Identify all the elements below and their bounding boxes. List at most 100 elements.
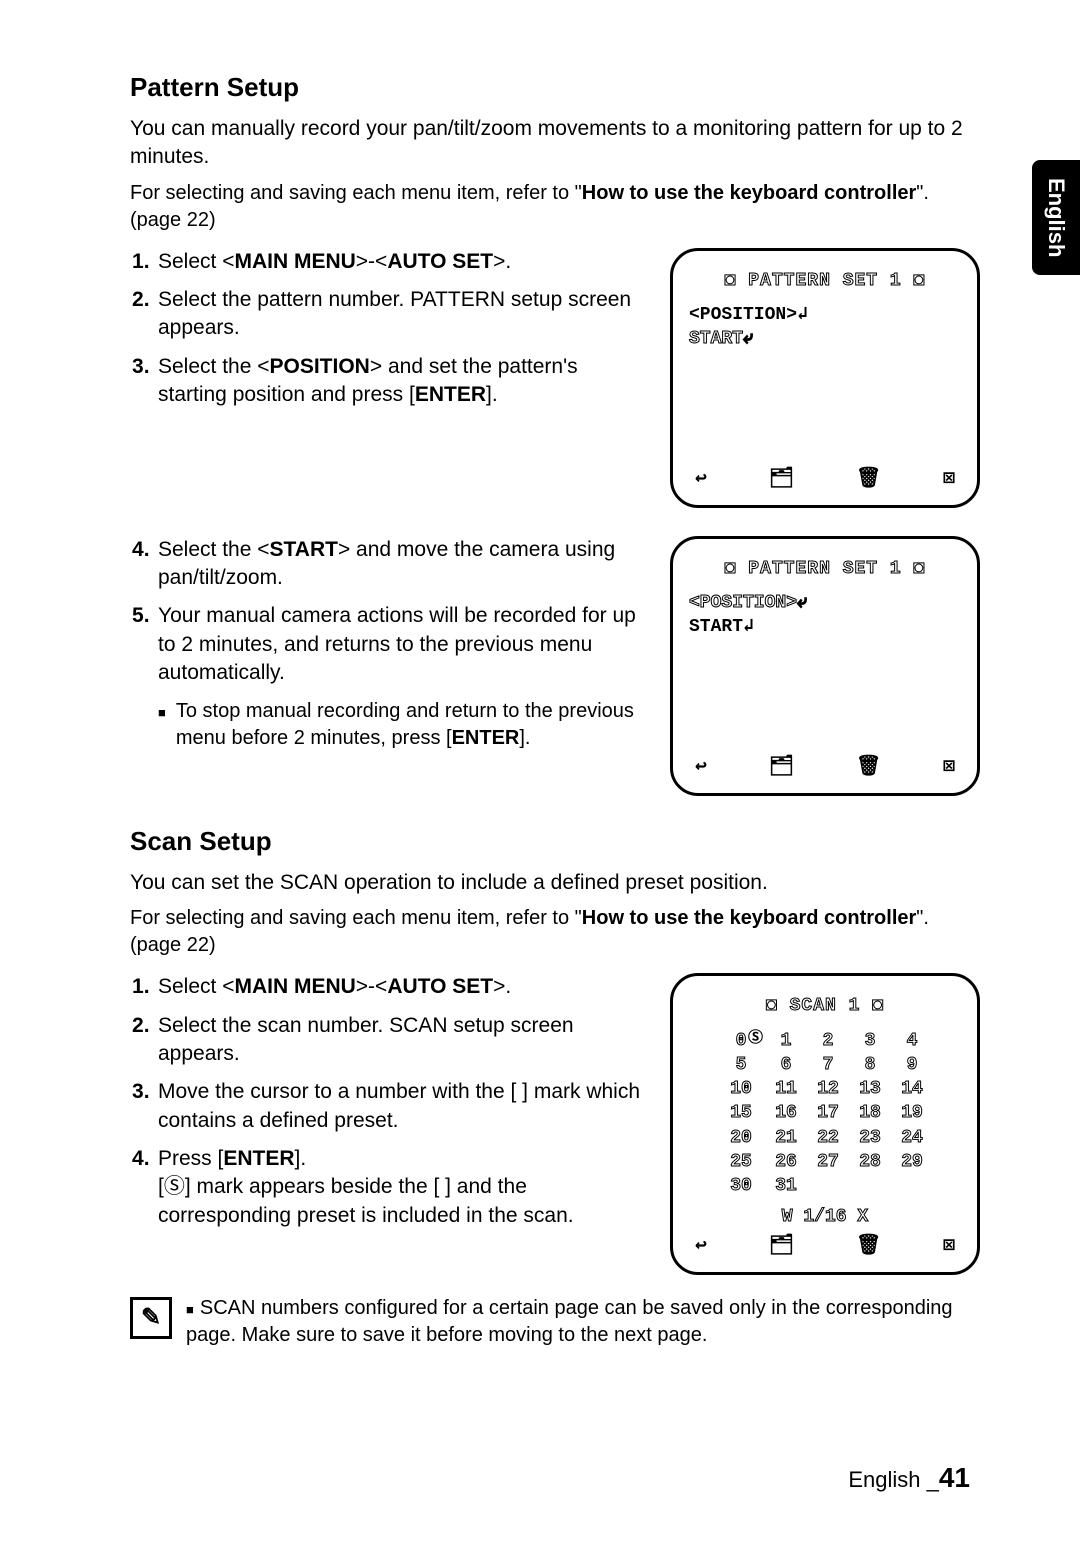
t: ]. — [295, 1147, 307, 1170]
note-icon: ✎ — [130, 1297, 172, 1339]
scan-cell: 17 — [807, 1101, 849, 1125]
scan-cell: 6 — [765, 1053, 807, 1077]
back-icon: ↩ — [695, 1233, 707, 1260]
scan-cell: 21 — [765, 1126, 807, 1150]
t: Press [ — [158, 1147, 223, 1170]
t: MAIN MENU — [234, 975, 355, 998]
scan-cell — [891, 1174, 933, 1198]
t: SCAN numbers configured for a certain pa… — [186, 1297, 953, 1346]
scan-step-1: Select <MAIN MENU>-<AUTO SET>. — [132, 973, 652, 1001]
save-icon: 🗂 — [769, 754, 794, 781]
scan-panel-title: ◘ SCAN 1 ◘ — [689, 994, 961, 1018]
scan-step-2: Select the scan number. SCAN setup scree… — [132, 1012, 652, 1069]
pattern-subnote: For selecting and saving each menu item,… — [130, 180, 980, 234]
t: Select < — [158, 250, 234, 273]
panel2-start: START↲ — [689, 615, 961, 639]
scan-cell: 10 — [717, 1077, 765, 1101]
scan-cell — [807, 1174, 849, 1198]
pattern-step-4: Select the <START> and move the camera u… — [132, 536, 652, 593]
scan-cell: 23 — [849, 1126, 891, 1150]
close-icon: ⊠ — [943, 466, 955, 493]
t: ENTER — [452, 727, 520, 749]
scan-cell: 9 — [891, 1053, 933, 1077]
scan-cell: 28 — [849, 1150, 891, 1174]
trash-icon: 🗑 — [856, 754, 881, 781]
trash-icon: 🗑 — [856, 1233, 881, 1260]
scan-cell: 4 — [891, 1029, 933, 1053]
pattern-setup-heading: Pattern Setup — [130, 70, 980, 105]
t: AUTO SET — [387, 250, 493, 273]
scan-cell: 12 — [807, 1077, 849, 1101]
scan-cell: 25 — [717, 1150, 765, 1174]
t: Select the < — [158, 355, 270, 378]
t: AUTO SET — [387, 975, 493, 998]
scan-cell: 7 — [807, 1053, 849, 1077]
t: ENTER — [415, 383, 486, 406]
page-footer: English _41 — [848, 1459, 970, 1497]
scan-pager: W 1/16 X — [689, 1205, 961, 1229]
close-icon: ⊠ — [943, 1233, 955, 1260]
scan-cell: 22 — [807, 1126, 849, 1150]
t: ]. — [519, 727, 530, 749]
t: Select the < — [158, 538, 270, 561]
t: [Ⓢ] mark appears beside the [ ] and the … — [158, 1175, 574, 1226]
bullet-icon: ■ — [186, 1302, 194, 1317]
t: >-< — [356, 250, 388, 273]
scan-cell: 11 — [765, 1077, 807, 1101]
scan-cell: 5 — [717, 1053, 765, 1077]
back-icon: ↩ — [695, 466, 707, 493]
scan-cell: 31 — [765, 1174, 807, 1198]
t: >. — [493, 250, 511, 273]
t: For selecting and saving each menu item,… — [130, 907, 582, 929]
panel2-position: <POSITION>⤶ — [689, 591, 961, 615]
panel1-title: ◘ PATTERN SET 1 ◘ — [689, 269, 961, 293]
pattern-panel-2: ◘ PATTERN SET 1 ◘ <POSITION>⤶ START↲ ↩ 🗂… — [670, 536, 980, 796]
scan-cell: 29 — [891, 1150, 933, 1174]
scan-subnote: For selecting and saving each menu item,… — [130, 905, 980, 959]
pattern-subnote-b: How to use the keyboard controller — [582, 182, 917, 204]
pattern-subnote-a: For selecting and saving each menu item,… — [130, 182, 582, 204]
pattern-step-3: Select the <POSITION> and set the patter… — [132, 353, 652, 410]
scan-cell: 20 — [717, 1126, 765, 1150]
bullet-icon: ■ — [158, 704, 166, 752]
scan-cell: 0Ⓢ — [717, 1029, 765, 1053]
scan-panel: ◘ SCAN 1 ◘ 0Ⓢ123456789101112131415161718… — [670, 973, 980, 1275]
language-tab: English — [1032, 160, 1080, 275]
scan-cell: 13 — [849, 1077, 891, 1101]
scan-intro: You can set the SCAN operation to includ… — [130, 869, 980, 897]
scan-setup-heading: Scan Setup — [130, 824, 980, 859]
pattern-panel-1: ◘ PATTERN SET 1 ◘ <POSITION>↲ START⤶ ↩ 🗂… — [670, 248, 980, 508]
scan-cell: 26 — [765, 1150, 807, 1174]
save-icon: 🗂 — [769, 1233, 794, 1260]
t: >. — [493, 975, 511, 998]
scan-cell: 14 — [891, 1077, 933, 1101]
pattern-step-1: Select <MAIN MENU>-<AUTO SET>. — [132, 248, 652, 276]
scan-cell — [849, 1174, 891, 1198]
t: Select < — [158, 975, 234, 998]
t: ]. — [486, 383, 498, 406]
scan-cell: 8 — [849, 1053, 891, 1077]
save-icon: 🗂 — [769, 466, 794, 493]
scan-step-3: Move the cursor to a number with the [ ]… — [132, 1078, 652, 1135]
scan-cell: 19 — [891, 1101, 933, 1125]
back-icon: ↩ — [695, 754, 707, 781]
panel1-position: <POSITION>↲ — [689, 303, 961, 327]
close-icon: ⊠ — [943, 754, 955, 781]
t: How to use the keyboard controller — [582, 907, 917, 929]
scan-cell: 3 — [849, 1029, 891, 1053]
scan-cell: 16 — [765, 1101, 807, 1125]
pattern-step-5: Your manual camera actions will be recor… — [132, 602, 652, 687]
footer-page: 41 — [939, 1462, 970, 1493]
t: To stop manual recording and return to t… — [176, 700, 634, 749]
t: MAIN MENU — [234, 250, 355, 273]
t: >-< — [356, 975, 388, 998]
scan-cell: 18 — [849, 1101, 891, 1125]
scan-cell: 1 — [765, 1029, 807, 1053]
scan-table: 0Ⓢ12345678910111213141516171819202122232… — [717, 1029, 933, 1199]
scan-cell: 27 — [807, 1150, 849, 1174]
t: POSITION — [270, 355, 370, 378]
pattern-step-2: Select the pattern number. PATTERN setup… — [132, 286, 652, 343]
pattern-step-5-note: ■ To stop manual recording and return to… — [158, 698, 652, 752]
panel2-title: ◘ PATTERN SET 1 ◘ — [689, 557, 961, 581]
scan-note: ■SCAN numbers configured for a certain p… — [186, 1295, 980, 1349]
